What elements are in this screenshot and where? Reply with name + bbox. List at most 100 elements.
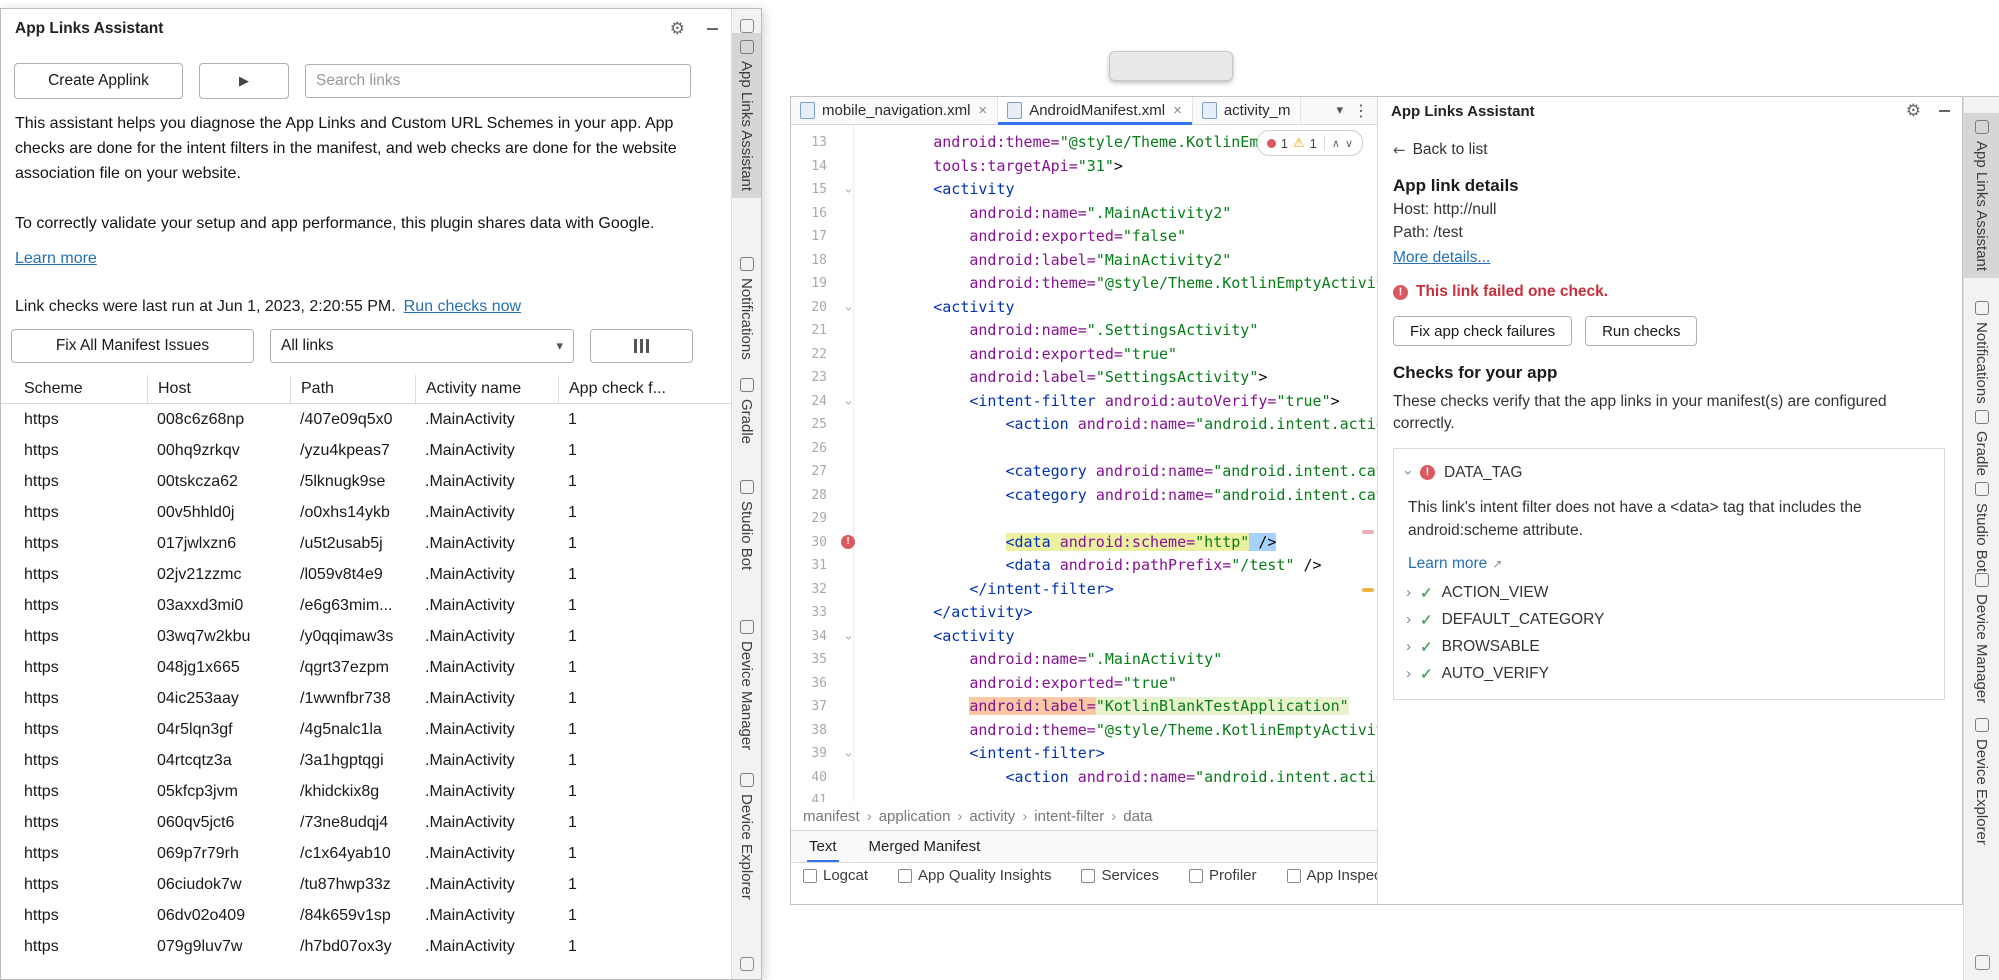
table-row[interactable]: https04rtcqtz3a/3a1hgptqgi.MainActivity1 (1, 745, 732, 776)
code-line[interactable]: 19 android:theme="@style/Theme.KotlinEmp… (791, 272, 1377, 296)
code-line[interactable]: 30! <data android:scheme="http" /> (791, 531, 1377, 555)
code-line[interactable]: 17 android:exported="false" (791, 225, 1377, 249)
code-line[interactable]: 35 android:name=".MainActivity" (791, 648, 1377, 672)
previous-issue-icon[interactable]: ∧ (1332, 137, 1340, 150)
tool-strip-tab-device-manager[interactable]: Device Manager (732, 613, 761, 757)
tool-strip-tab-notifications[interactable]: Notifications (732, 250, 761, 367)
hide-icon[interactable] (707, 28, 718, 30)
code-line[interactable]: 34› <activity (791, 625, 1377, 649)
code-line[interactable]: 32 </intent-filter> (791, 578, 1377, 602)
code-line[interactable]: 22 android:exported="true" (791, 343, 1377, 367)
table-row[interactable]: https060qv5jct6/73ne8udqj4.MainActivity1 (1, 807, 732, 838)
table-row[interactable]: https04r5lqn3gf/4g5nalc1la.MainActivity1 (1, 714, 732, 745)
tool-strip-tab-notifications[interactable]: Notifications (1964, 294, 1999, 411)
code-line[interactable]: 21 android:name=".SettingsActivity" (791, 319, 1377, 343)
tool-window-button-services[interactable]: Services (1081, 867, 1159, 904)
code-line[interactable]: 36 android:exported="true" (791, 672, 1377, 696)
column-header[interactable]: App check f... (558, 375, 732, 403)
check-item-browsable[interactable]: ›✓BROWSABLE (1406, 633, 1932, 660)
breadcrumb-item[interactable]: manifest (803, 808, 860, 825)
tool-strip-tab-gradle[interactable]: Gradle (1964, 403, 1999, 483)
error-stripe-mark[interactable] (1362, 530, 1374, 534)
fix-all-manifest-issues-button[interactable]: Fix All Manifest Issues (11, 329, 254, 363)
code-line[interactable]: 33 </activity> (791, 601, 1377, 625)
table-row[interactable]: https00hq9zrkqv/yzu4kpeas7.MainActivity1 (1, 435, 732, 466)
fold-icon[interactable]: › (836, 751, 860, 759)
breadcrumb-item[interactable]: application (879, 808, 951, 825)
editor-tab-mobile_navigation.xml[interactable]: mobile_navigation.xml× (791, 97, 998, 124)
editor-tab-activity_m[interactable]: activity_m (1193, 97, 1301, 124)
code-line[interactable]: 23 android:label="SettingsActivity"> (791, 366, 1377, 390)
code-line[interactable]: 37 android:label="KotlinBlankTestApplica… (791, 695, 1377, 719)
tool-strip-tab-app-links-assistant[interactable]: App Links Assistant (1964, 113, 1999, 278)
tool-window-button-app-quality-insights[interactable]: App Quality Insights (898, 867, 1051, 904)
tool-strip-tab-device-manager[interactable]: Device Manager (1964, 566, 1999, 710)
breadcrumb-item[interactable]: intent-filter (1034, 808, 1104, 825)
table-row[interactable]: https03wq7w2kbu/y0qqimaw3s.MainActivity1 (1, 621, 732, 652)
breadcrumb-item[interactable]: data (1123, 808, 1152, 825)
check-item-default_category[interactable]: ›✓DEFAULT_CATEGORY (1406, 606, 1932, 633)
fold-icon[interactable]: › (836, 398, 860, 406)
tool-window-button-profiler[interactable]: Profiler (1189, 867, 1257, 904)
code-line[interactable]: 18 android:label="MainActivity2" (791, 249, 1377, 273)
code-line[interactable]: 25 <action android:name="android.intent.… (791, 413, 1377, 437)
table-row[interactable]: https06ciudok7w/tu87hwp33z.MainActivity1 (1, 869, 732, 900)
table-row[interactable]: https017jwlxzn6/u5t2usab5j.MainActivity1 (1, 528, 732, 559)
create-applink-button[interactable]: Create Applink (14, 63, 183, 99)
code-line[interactable]: 39› <intent-filter> (791, 742, 1377, 766)
tab-options-icon[interactable]: ⋮ (1351, 101, 1377, 121)
table-row[interactable]: https048jg1x665/qgrt37ezpm.MainActivity1 (1, 652, 732, 683)
code-editor[interactable]: 13 android:theme="@style/Theme.KotlinEmp… (791, 125, 1377, 802)
code-line[interactable]: 31 <data android:pathPrefix="/test" /> (791, 554, 1377, 578)
code-line[interactable]: 29 (791, 507, 1377, 531)
table-row[interactable]: https05kfcp3jvm/khidckix8g.MainActivity1 (1, 776, 732, 807)
column-header[interactable]: Path (290, 375, 415, 403)
column-header[interactable]: Activity name (415, 375, 558, 403)
check-learn-more-link[interactable]: Learn more (1408, 555, 1487, 573)
next-issue-icon[interactable]: ∨ (1345, 137, 1353, 150)
search-input[interactable] (305, 64, 691, 98)
editor-tab-AndroidManifest.xml[interactable]: AndroidManifest.xml× (998, 97, 1193, 124)
code-line[interactable]: 15› <activity (791, 178, 1377, 202)
tool-strip-tab-studio-bot[interactable]: Studio Bot (732, 473, 761, 577)
code-line[interactable]: 27 <category android:name="android.inten… (791, 460, 1377, 484)
run-checks-now-link[interactable]: Run checks now (404, 298, 521, 316)
check-item-action_view[interactable]: ›✓ACTION_VIEW (1406, 579, 1932, 606)
tool-strip-tab-app-links-assistant[interactable]: App Links Assistant (732, 33, 761, 198)
breadcrumb-item[interactable]: activity (969, 808, 1015, 825)
table-row[interactable]: https02jv21zzmc/l059v8t4e9.MainActivity1 (1, 559, 732, 590)
tool-strip-tab-gradle[interactable]: Gradle (732, 371, 761, 451)
table-row[interactable]: https03axxd3mi0/e6g63mim....MainActivity… (1, 590, 732, 621)
table-row[interactable]: https06dv02o409/84k659v1sp.MainActivity1 (1, 900, 732, 931)
code-line[interactable]: 14 tools:targetApi="31"> (791, 155, 1377, 179)
panel-hide-icon[interactable] (1939, 110, 1950, 112)
fold-icon[interactable]: › (836, 304, 860, 312)
tool-strip-tab-device-explorer[interactable]: Device Explorer (732, 766, 761, 907)
code-line[interactable]: 28 <category android:name="android.inten… (791, 484, 1377, 508)
tool-window-button-logcat[interactable]: Logcat (803, 867, 868, 904)
tool-strip-tab-studio-bot[interactable]: Studio Bot (1964, 475, 1999, 579)
fold-icon[interactable]: › (836, 633, 860, 641)
code-line[interactable]: 41 (791, 789, 1377, 802)
bottom-tab-merged-manifest[interactable]: Merged Manifest (867, 833, 983, 860)
table-row[interactable]: https04ic253aay/1wwnfbr738.MainActivity1 (1, 683, 732, 714)
fix-app-check-failures-button[interactable]: Fix app check failures (1393, 316, 1572, 346)
table-row[interactable]: https079g9luv7w/h7bd07ox3y.MainActivity1 (1, 931, 732, 962)
code-line[interactable]: 38 android:theme="@style/Theme.KotlinEmp… (791, 719, 1377, 743)
close-tab-icon[interactable]: × (977, 102, 988, 119)
code-line[interactable]: 16 android:name=".MainActivity2" (791, 202, 1377, 226)
back-to-list-link[interactable]: ← Back to list (1393, 141, 1948, 159)
links-filter-dropdown[interactable]: All links ▾ (270, 329, 574, 363)
warning-stripe-mark[interactable] (1362, 588, 1374, 592)
tool-strip-tab-device-explorer[interactable]: Device Explorer (1964, 711, 1999, 852)
inspection-widget[interactable]: 1 ⚠ 1 ∧ ∨ (1257, 130, 1363, 156)
more-details-link[interactable]: More details... (1393, 249, 1490, 267)
table-row[interactable]: https069p7r79rh/c1x64yab10.MainActivity1 (1, 838, 732, 869)
table-row[interactable]: https00tskcza62/5lknugk9se.MainActivity1 (1, 466, 732, 497)
column-settings-button[interactable] (590, 329, 693, 363)
close-tab-icon[interactable]: × (1172, 102, 1183, 119)
hidden-tabs-icon[interactable]: ▾ (1328, 103, 1351, 118)
tool-strip-partial-icon[interactable] (1975, 955, 1990, 970)
tool-strip-partial-icon[interactable] (740, 957, 754, 971)
bottom-tab-text[interactable]: Text (807, 833, 839, 860)
